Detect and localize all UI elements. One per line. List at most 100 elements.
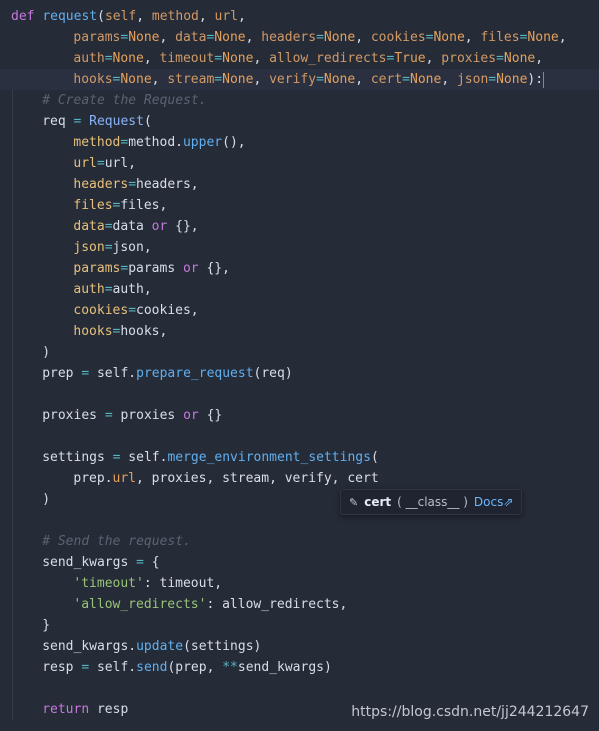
code-line[interactable]: def request(self, method, url,	[0, 6, 246, 27]
code-token: None	[527, 30, 559, 45]
code-token: =	[136, 555, 144, 570]
code-line[interactable]: 'allow_redirects': allow_redirects,	[0, 594, 347, 615]
code-line[interactable]: headers=headers,	[0, 174, 199, 195]
code-token: request	[42, 9, 98, 24]
docs-link[interactable]: Docs⇗	[474, 495, 514, 509]
code-line[interactable]: settings = self.merge_environment_settin…	[0, 447, 379, 468]
code-token: ,	[151, 72, 168, 87]
code-token: verify	[269, 72, 317, 87]
code-line[interactable]: hooks=None, stream=None, verify=None, ce…	[0, 69, 599, 90]
code-line[interactable]: files=files,	[0, 195, 167, 216]
code-token: ,	[143, 51, 160, 66]
code-token: headers,	[136, 177, 199, 192]
code-line[interactable]: auth=None, timeout=None, allow_redirects…	[0, 48, 543, 69]
code-token: =	[104, 219, 113, 234]
code-token: url	[214, 9, 239, 24]
code-token: auth,	[112, 282, 152, 297]
code-line[interactable]: auth=auth,	[0, 279, 152, 300]
code-line[interactable]: data=data or {},	[0, 216, 199, 237]
code-line[interactable]: proxies = proxies or {}	[0, 405, 222, 426]
code-token: data	[175, 30, 207, 45]
code-line[interactable]: prep.url, proxies, stream, verify, cert	[0, 468, 379, 489]
code-line[interactable]: prep = self.prepare_request(req)	[0, 363, 292, 384]
code-token: url,	[104, 156, 137, 171]
code-token: (settings)	[183, 639, 262, 654]
code-token: True	[394, 51, 426, 66]
code-line[interactable]: }	[0, 615, 50, 636]
code-token: params	[128, 261, 183, 276]
code-token: , proxies, stream, verify, cert	[136, 471, 379, 486]
code-token: timeout	[159, 51, 215, 66]
code-token: files	[480, 30, 520, 45]
code-token: or	[151, 219, 168, 234]
code-token: =	[120, 30, 129, 45]
autocomplete-hint: ✎ cert ( __class__ ) Docs⇗	[340, 489, 523, 515]
code-token: or	[182, 261, 199, 276]
code-token: method.	[128, 135, 183, 150]
code-token: Request	[89, 114, 144, 129]
code-line[interactable]: resp = self.send(prep, **send_kwargs)	[0, 657, 332, 678]
code-line[interactable]: params=None, data=None, headers=None, co…	[0, 27, 566, 48]
code-line[interactable]: 'timeout': timeout,	[0, 573, 222, 594]
code-token: =	[81, 366, 90, 381]
code-token: : allow_redirects,	[206, 597, 348, 612]
code-line[interactable]: cookies=cookies,	[0, 300, 198, 321]
code-token: proxies	[441, 51, 497, 66]
code-line[interactable]: params=params or {},	[0, 258, 230, 279]
code-token: **	[222, 660, 238, 675]
code-line[interactable]: )	[0, 489, 50, 510]
code-token: None	[112, 51, 144, 66]
code-token: cookies	[370, 30, 426, 45]
code-token: None	[323, 72, 356, 87]
code-token: method	[151, 9, 199, 24]
code-token: resp	[42, 660, 82, 675]
code-token: {},	[167, 219, 199, 234]
code-editor[interactable]: def request(self, method, url, params=Non…	[0, 0, 599, 731]
code-token: ,	[464, 30, 481, 45]
text-cursor	[543, 71, 545, 88]
code-token: None	[503, 51, 536, 66]
code-token: =	[104, 408, 113, 423]
code-token: proxies	[112, 408, 184, 423]
code-token: =	[81, 660, 90, 675]
code-line[interactable]	[0, 510, 11, 531]
code-token: (prep,	[167, 660, 223, 675]
code-token: proxies	[42, 408, 105, 423]
code-line[interactable]: hooks=hooks,	[0, 321, 167, 342]
code-token: =	[104, 282, 113, 297]
code-line[interactable]: )	[0, 342, 50, 363]
code-token: =	[104, 51, 113, 66]
code-token: cert	[370, 72, 403, 87]
code-line[interactable]: return resp	[0, 699, 128, 720]
code-line[interactable]: req = Request(	[0, 111, 152, 132]
code-line[interactable]	[0, 678, 11, 699]
code-line[interactable]: # Create the Request.	[0, 90, 206, 111]
code-token: {	[143, 555, 160, 570]
code-line[interactable]: send_kwargs = {	[0, 552, 160, 573]
code-token: stream	[167, 72, 215, 87]
code-line[interactable]: method=method.upper(),	[0, 132, 245, 153]
code-line[interactable]: json=json,	[0, 237, 151, 258]
code-token: params	[73, 261, 121, 276]
code-token: return	[42, 702, 90, 717]
code-token: None	[214, 30, 246, 45]
code-token: =	[316, 72, 324, 87]
code-line[interactable]: send_kwargs.update(settings)	[0, 636, 261, 657]
code-token: )	[42, 492, 51, 507]
code-token: prepare_request	[136, 366, 254, 381]
code-token: ,	[198, 9, 215, 24]
code-token: =	[96, 156, 105, 171]
code-token: hooks	[73, 72, 113, 87]
code-line[interactable]: url=url,	[0, 153, 136, 174]
code-line[interactable]: # Send the request.	[0, 531, 191, 552]
code-token: send	[136, 660, 168, 675]
code-token: ,	[136, 9, 152, 24]
code-line[interactable]	[0, 384, 11, 405]
code-token: None	[433, 30, 465, 45]
code-token: }	[42, 618, 51, 633]
watermark: https://blog.csdn.net/jj244212647	[351, 704, 589, 720]
code-line[interactable]	[0, 426, 11, 447]
code-token: prep.	[73, 471, 113, 486]
code-token: upper	[182, 135, 223, 150]
